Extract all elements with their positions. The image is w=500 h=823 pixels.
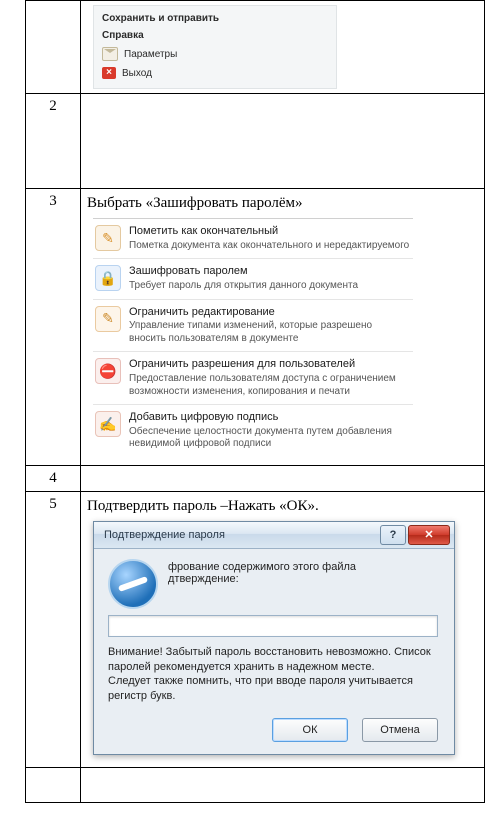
- ok-button[interactable]: ОК: [272, 718, 348, 742]
- row6-num: [26, 768, 81, 803]
- item-desc: Предоставление пользователям доступа с о…: [129, 373, 396, 397]
- dialog-titlebar: Подтверждение пароля ? ✕: [94, 522, 454, 549]
- row1-content: Сохранить и отправить Справка Параметры …: [81, 1, 485, 94]
- row2-num: 2: [26, 94, 81, 189]
- menu-item-exit[interactable]: × Выход: [100, 64, 330, 82]
- protect-item-restrict-edit[interactable]: ✎ Ограничить редактирование Управление т…: [93, 300, 413, 353]
- item-title: Пометить как окончательный: [129, 225, 411, 239]
- row5-num: 5: [26, 491, 81, 767]
- dialog-line2: дтверждение:: [168, 573, 438, 585]
- menu-item-options[interactable]: Параметры: [100, 44, 330, 64]
- item-title: Ограничить редактирование: [129, 306, 411, 320]
- row2-content: [81, 94, 485, 189]
- menu-label: Выход: [122, 68, 152, 79]
- row3-num: 3: [26, 189, 81, 466]
- instruction-table: Сохранить и отправить Справка Параметры …: [25, 0, 485, 803]
- item-title: Ограничить разрешения для пользователей: [129, 358, 411, 372]
- item-desc: Обеспечение целостности документа путем …: [129, 426, 392, 450]
- item-title: Зашифровать паролем: [129, 265, 411, 279]
- key-icon: [108, 559, 158, 609]
- restrict-perms-icon: ⛔: [95, 358, 121, 384]
- row3-content: Выбрать «Зашифровать паролём» ✎ Пометить…: [81, 189, 485, 466]
- dialog-caption: Подтверждение пароля: [104, 529, 225, 541]
- options-icon: [102, 47, 118, 61]
- menu-item-help[interactable]: Справка: [100, 27, 330, 44]
- protect-document-list: ✎ Пометить как окончательный Пометка док…: [93, 218, 413, 457]
- confirm-password-dialog: Подтверждение пароля ? ✕ фрование содерж…: [93, 521, 455, 755]
- dialog-warning2: Следует также помнить, что при вводе пар…: [108, 675, 413, 702]
- row4-num: 4: [26, 465, 81, 491]
- row5-title: Подтвердить пароль –Нажать «ОК».: [87, 498, 478, 515]
- row1-num-cell: [26, 1, 81, 94]
- item-desc: Управление типами изменений, которые раз…: [129, 320, 372, 344]
- row4-content: [81, 465, 485, 491]
- dialog-warning1: Внимание! Забытый пароль восстановить не…: [108, 646, 431, 673]
- protect-item-encrypt[interactable]: 🔒 Зашифровать паролем Требует пароль для…: [93, 259, 413, 299]
- menu-item-save-send[interactable]: Сохранить и отправить: [100, 10, 330, 27]
- lock-icon: 🔒: [95, 265, 121, 291]
- restrict-edit-icon: ✎: [95, 306, 121, 332]
- menu-label: Параметры: [124, 49, 177, 60]
- row6-content: [81, 768, 485, 803]
- item-desc: Требует пароль для открытия данного доку…: [129, 280, 358, 291]
- protect-item-restrict-perms[interactable]: ⛔ Ограничить разрешения для пользователе…: [93, 352, 413, 405]
- password-confirm-input[interactable]: [108, 615, 438, 637]
- help-button[interactable]: ?: [380, 525, 406, 545]
- item-desc: Пометка документа как окончательного и н…: [129, 240, 409, 251]
- protect-item-mark-final[interactable]: ✎ Пометить как окончательный Пометка док…: [93, 219, 413, 259]
- row3-title: Выбрать «Зашифровать паролём»: [87, 195, 478, 212]
- close-icon: ×: [102, 67, 116, 79]
- office-file-menu: Сохранить и отправить Справка Параметры …: [93, 5, 337, 89]
- protect-item-signature[interactable]: ✍ Добавить цифровую подпись Обеспечение …: [93, 405, 413, 457]
- dialog-line1: фрование содержимого этого файла: [168, 561, 438, 573]
- cancel-button[interactable]: Отмена: [362, 718, 438, 742]
- mark-final-icon: ✎: [95, 225, 121, 251]
- menu-label: Сохранить и отправить: [102, 13, 219, 24]
- row5-content: Подтвердить пароль –Нажать «ОК». Подтвер…: [81, 491, 485, 767]
- close-button[interactable]: ✕: [408, 525, 450, 545]
- item-title: Добавить цифровую подпись: [129, 411, 411, 425]
- signature-icon: ✍: [95, 411, 121, 437]
- menu-label: Справка: [102, 30, 144, 41]
